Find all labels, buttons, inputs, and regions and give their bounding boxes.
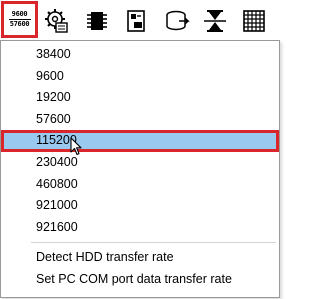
gear-settings-icon: [45, 9, 68, 33]
menu-item-19200[interactable]: 19200: [1, 87, 279, 109]
drive-icon: [166, 10, 190, 31]
menu-item-115200[interactable]: 115200: [1, 130, 279, 152]
chip-button[interactable]: [82, 6, 112, 36]
drive-button[interactable]: [162, 6, 192, 36]
baud-icon-top-text: 9600: [11, 10, 28, 18]
grid-button[interactable]: [239, 6, 269, 36]
menu-item-detect-hdd-rate[interactable]: Detect HDD transfer rate: [1, 247, 279, 269]
menu-item-9600[interactable]: 9600: [1, 66, 279, 88]
menu-item-230400[interactable]: 230400: [1, 152, 279, 174]
menu-item-921000[interactable]: 921000: [1, 195, 279, 217]
gear-settings-button[interactable]: [42, 6, 72, 36]
disk-board-icon: [127, 10, 145, 32]
menu-item-460800[interactable]: 460800: [1, 174, 279, 196]
baud-rate-button[interactable]: 9600 57600: [1, 1, 38, 38]
baud-icon-bottom-text: 57600: [9, 20, 30, 28]
baud-rate-dropdown-menu: 38400 9600 19200 57600 115200 230400 460…: [0, 40, 280, 298]
menu-item-57600[interactable]: 57600: [1, 109, 279, 131]
disk-board-button[interactable]: [121, 6, 151, 36]
toolbar: 9600 57600: [0, 0, 281, 43]
mouse-cursor-icon: [70, 137, 82, 156]
chip-icon: [87, 12, 107, 30]
menu-list: 38400 9600 19200 57600 115200 230400 460…: [1, 44, 279, 291]
hourglass-button[interactable]: [200, 6, 230, 36]
hourglass-icon: [204, 10, 226, 32]
menu-item-set-pc-com-rate[interactable]: Set PC COM port data transfer rate: [1, 269, 279, 291]
menu-item-38400[interactable]: 38400: [1, 44, 279, 66]
menu-item-921600[interactable]: 921600: [1, 217, 279, 239]
grid-icon: [243, 10, 265, 32]
menu-separator: [31, 242, 276, 244]
